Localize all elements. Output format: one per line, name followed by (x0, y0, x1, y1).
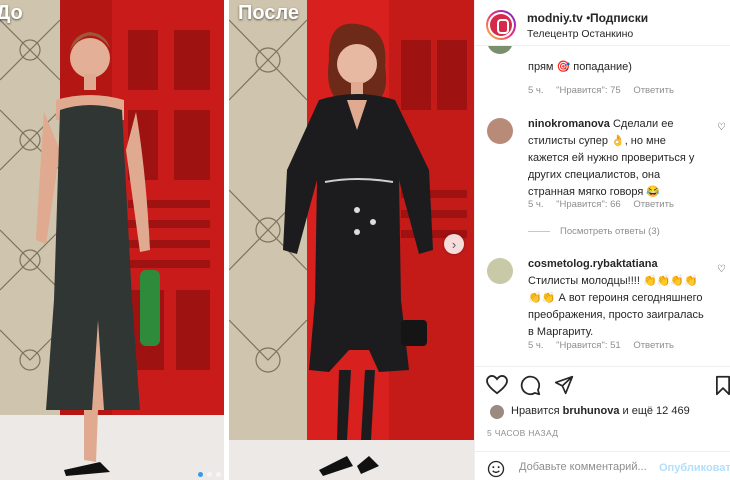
post-actions: Нравится bruhunova и ещё 12 469 5 ЧАСОВ … (475, 366, 730, 480)
comment-icon[interactable] (520, 375, 541, 396)
chevron-right-icon: › (451, 236, 457, 252)
following-button[interactable]: Подписки (590, 11, 648, 25)
comment-time[interactable]: 5 ч. (528, 85, 544, 96)
send-icon[interactable] (554, 375, 574, 395)
comment-likes[interactable]: "Нравится": 51 (556, 340, 621, 351)
comment-username[interactable]: ninokromanova (528, 118, 610, 130)
post-sidebar: modniy.tv • Подписки Телецентр Останкино… (474, 0, 730, 480)
account-username[interactable]: modniy.tv • (527, 11, 590, 25)
comment-like-heart-icon[interactable]: ♡ (717, 122, 726, 133)
comment-avatar[interactable] (487, 46, 513, 54)
post-location[interactable]: Телецентр Останкино (527, 28, 633, 40)
comment-text: cosmetolog.rybaktatiana Стилисты молодцы… (528, 258, 704, 338)
reply-button[interactable]: Ответить (633, 199, 674, 210)
comment-like-heart-icon[interactable]: ♡ (717, 264, 726, 275)
post-header: modniy.tv • Подписки Телецентр Останкино (475, 0, 730, 46)
carousel-dot (198, 472, 203, 477)
account-avatar[interactable] (486, 10, 516, 40)
comment-meta: 5 ч. "Нравится": 75 Ответить (528, 85, 684, 96)
comment-time[interactable]: 5 ч. (528, 340, 544, 351)
after-photo (229, 0, 474, 480)
liker-avatar[interactable] (489, 404, 505, 420)
comment-likes[interactable]: "Нравится": 66 (556, 199, 621, 210)
comment-time[interactable]: 5 ч. (528, 199, 544, 210)
comment-meta: 5 ч. "Нравится": 66 Ответить (528, 199, 684, 210)
post-timestamp[interactable]: 5 ЧАСОВ НАЗАД (487, 428, 558, 438)
view-replies-button[interactable]: Посмотреть ответы (3) (528, 226, 660, 237)
emoji-icon[interactable] (487, 460, 505, 478)
likes-summary[interactable]: Нравится bruhunova и ещё 12 469 (511, 405, 690, 417)
liker-username: bruhunova (562, 405, 620, 417)
carousel-dot (216, 472, 221, 477)
before-photo (0, 0, 224, 480)
add-comment-input[interactable] (519, 461, 649, 473)
bookmark-icon[interactable] (715, 375, 730, 396)
comment-username[interactable]: cosmetolog.rybaktatiana (528, 258, 658, 270)
comment-text: прям 🎯 попадание) (528, 61, 632, 73)
heart-icon[interactable] (486, 375, 508, 395)
comment-likes[interactable]: "Нравится": 75 (556, 85, 621, 96)
comment-meta: 5 ч. "Нравится": 51 Ответить (528, 340, 684, 351)
before-label: До (0, 2, 23, 24)
carousel-dots (198, 472, 221, 477)
after-label: После (238, 2, 300, 24)
comment-avatar[interactable] (487, 258, 513, 284)
comments-list: прям 🎯 попадание) 5 ч. "Нравится": 75 От… (475, 46, 730, 366)
instagram-post-view: До После › modniy.tv • Подписки Телецент… (0, 0, 730, 480)
carousel-next-button[interactable]: › (444, 234, 464, 254)
publish-button[interactable]: Опубликовать (659, 462, 730, 474)
comment-text: ninokromanova Сделали ее стилисты супер … (528, 118, 695, 198)
reply-button[interactable]: Ответить (633, 85, 674, 96)
carousel-dot (207, 472, 212, 477)
comment-avatar[interactable] (487, 118, 513, 144)
add-comment-row: Опубликовать (475, 451, 730, 480)
post-photo[interactable]: До После › (0, 0, 474, 480)
reply-button[interactable]: Ответить (633, 340, 674, 351)
